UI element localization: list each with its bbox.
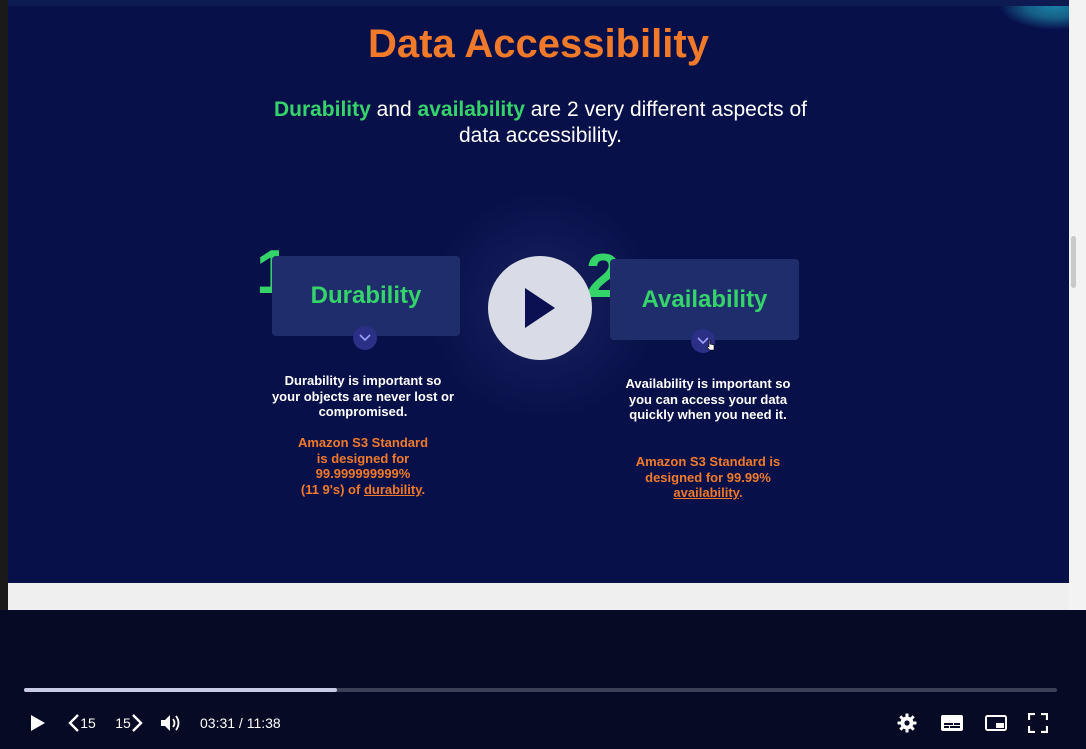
settings-button[interactable] (895, 711, 919, 735)
chevron-down-icon[interactable] (353, 326, 377, 350)
durability-note-last: (11 9's) of durability. (270, 482, 456, 498)
play-icon (31, 715, 45, 731)
availability-description: Availability is important so you can acc… (625, 376, 791, 422)
subtitle-and: and (370, 98, 418, 121)
subtitle-durability: Durability (273, 98, 371, 121)
fullscreen-button[interactable] (1026, 711, 1050, 735)
volume-icon (161, 715, 180, 731)
current-time: 03:31 (200, 715, 236, 731)
slide-subtitle: Durability and availability are 2 very d… (258, 97, 823, 149)
availability-link[interactable]: availability (673, 485, 739, 500)
settings-icon (897, 713, 917, 733)
volume-button[interactable] (158, 711, 184, 735)
availability-note-line: Amazon S3 Standard is (635, 454, 781, 469)
durability-note-line: 99.999999999% (315, 466, 411, 482)
slide-scrollbar[interactable] (1069, 0, 1086, 610)
picture-in-picture-icon (985, 715, 1007, 731)
progress-bar[interactable] (24, 688, 1057, 692)
durability-description: Durability is important so your objects … (271, 373, 455, 419)
mouse-cursor-icon (706, 339, 716, 351)
durability-heading: Durability (310, 282, 422, 309)
rewind-icon (68, 714, 80, 732)
availability-heading: Availability (641, 285, 768, 313)
slide-scrollbar-thumb[interactable] (1071, 236, 1076, 288)
picture-in-picture-button[interactable] (984, 711, 1008, 735)
availability-note-suffix: . (738, 485, 743, 501)
availability-card: Availability (610, 259, 799, 340)
durability-note-prefix: (11 9's) of (300, 482, 364, 498)
video-frame[interactable]: Data Accessibility Durability and availa… (0, 0, 1086, 610)
captions-icon (941, 715, 963, 731)
big-play-button[interactable] (488, 256, 592, 360)
availability-note-last: availability. (614, 485, 802, 501)
slide-content: Data Accessibility Durability and availa… (8, 6, 1069, 583)
progress-fill (24, 688, 337, 692)
time-display: 03:31 / 11:38 (200, 711, 290, 735)
forward-button[interactable]: 15 (110, 711, 148, 735)
forward-seconds: 15 (115, 715, 131, 731)
rewind-seconds: 15 (80, 715, 96, 731)
time-separator: / (235, 715, 247, 731)
durability-note-line: Amazon S3 Standard (297, 435, 429, 450)
fullscreen-icon (1028, 713, 1048, 733)
availability-note-line: designed for 99.99% (645, 469, 771, 485)
durability-note-suffix: . (421, 482, 426, 498)
subtitle-availability: availability (417, 98, 525, 121)
durability-note-line: is designed for (316, 450, 410, 466)
slide-bottom-bar (8, 583, 1069, 610)
forward-icon (131, 714, 143, 732)
play-icon (525, 288, 555, 328)
play-button[interactable] (26, 711, 50, 735)
captions-button[interactable] (940, 711, 964, 735)
durability-card: Durability (272, 256, 460, 336)
duration: 11:38 (246, 715, 281, 731)
durability-link[interactable]: durability (364, 482, 422, 497)
slide-title: Data Accessibility (368, 22, 709, 66)
durability-note: Amazon S3 Standard is designed for 99.99… (270, 435, 456, 498)
player-controls: 15 15 03:31 / 11:38 (0, 610, 1086, 749)
availability-note: Amazon S3 Standard is designed for 99.99… (614, 454, 802, 501)
rewind-button[interactable]: 15 (62, 711, 102, 735)
